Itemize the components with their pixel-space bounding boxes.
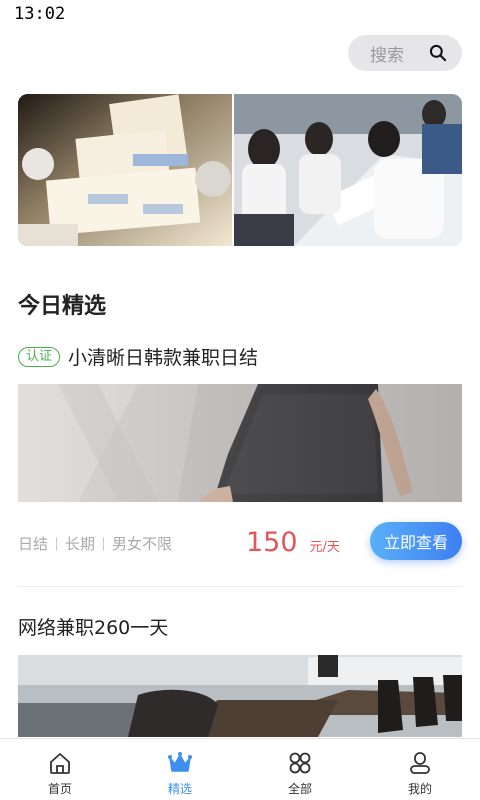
tab-mine-label: 我的 bbox=[407, 782, 432, 796]
tab-all[interactable]: 全部 bbox=[240, 739, 360, 800]
search-label: 搜索 bbox=[370, 45, 404, 66]
job-tags: 日结 长期 男女不限 bbox=[18, 533, 172, 554]
job-image-office[interactable] bbox=[18, 655, 462, 737]
price-value: 150 bbox=[246, 527, 298, 558]
job-price: 150 元/天 bbox=[246, 527, 340, 558]
section-title: 今日精选 bbox=[18, 294, 107, 319]
banner-carousel[interactable] bbox=[18, 94, 462, 246]
job-title-2[interactable]: 网络兼职260一天 bbox=[18, 613, 168, 640]
banner-image-products bbox=[18, 94, 232, 246]
tab-mine[interactable]: 我的 bbox=[360, 739, 480, 800]
tag-daily-pay: 日结 bbox=[18, 535, 49, 553]
tab-featured[interactable]: 精选 bbox=[120, 739, 240, 800]
tag-long-term: 长期 bbox=[65, 535, 96, 553]
tag-separator bbox=[103, 536, 105, 551]
search-icon bbox=[429, 44, 447, 62]
tag-separator bbox=[56, 536, 58, 551]
tab-home[interactable]: 首页 bbox=[0, 739, 120, 800]
banner-image-students bbox=[234, 94, 462, 246]
certified-badge: 认证 bbox=[18, 346, 61, 367]
crown-icon bbox=[168, 752, 192, 772]
bottom-tab-bar: 首页 精选 全部 我的 bbox=[0, 738, 480, 800]
view-now-button[interactable]: 立即查看 bbox=[370, 522, 462, 560]
tag-gender: 男女不限 bbox=[112, 535, 173, 553]
job-card-title-row[interactable]: 认证 小清晰日韩款兼职日结 bbox=[18, 343, 258, 370]
user-icon bbox=[410, 752, 430, 774]
tab-featured-label: 精选 bbox=[167, 782, 192, 796]
status-time: 13:02 bbox=[14, 4, 66, 24]
card-divider bbox=[18, 586, 462, 587]
job-title[interactable]: 小清晰日韩款兼职日结 bbox=[68, 343, 258, 370]
grid-icon bbox=[289, 752, 311, 774]
search-box[interactable]: 搜索 bbox=[348, 35, 462, 71]
job-image-dress[interactable] bbox=[18, 384, 462, 502]
tab-home-label: 首页 bbox=[47, 782, 72, 796]
home-icon bbox=[50, 753, 70, 774]
tab-all-label: 全部 bbox=[287, 782, 312, 796]
price-unit: 元/天 bbox=[309, 540, 340, 555]
status-bar: 13:02 bbox=[0, 0, 480, 28]
